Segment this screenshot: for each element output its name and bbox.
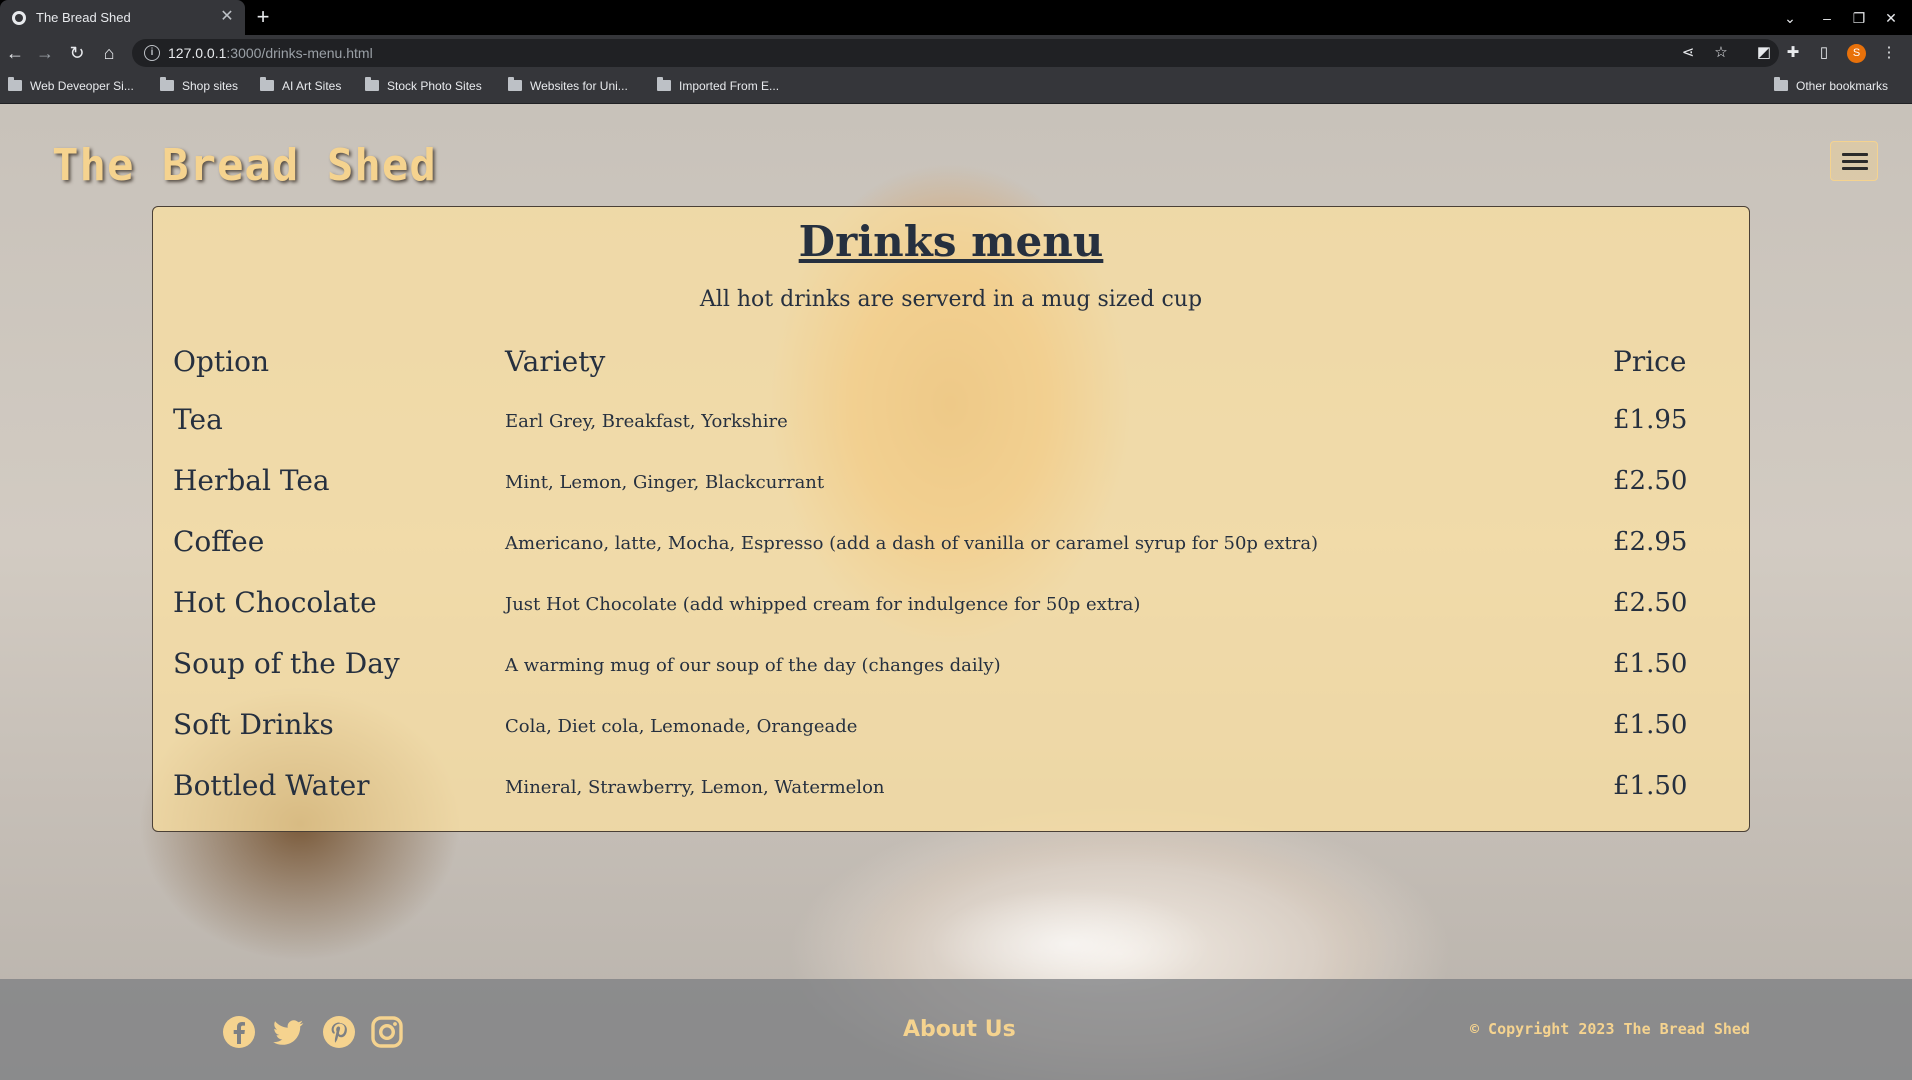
column-header-option: Option <box>173 345 269 378</box>
extensions-puzzle-icon[interactable]: ✚ <box>1782 42 1804 64</box>
close-tab-icon[interactable]: ✕ <box>217 7 237 27</box>
menu-option: Soup of the Day <box>173 647 400 680</box>
menu-bar-icon <box>1842 167 1868 170</box>
bookmark-label: Other bookmarks <box>1796 79 1889 93</box>
menu-variety: A warming mug of our soup of the day (ch… <box>505 655 1001 676</box>
profile-avatar[interactable]: S <box>1847 44 1866 63</box>
menu-row: Hot Chocolate Just Hot Chocolate (add wh… <box>153 580 1749 628</box>
folder-icon <box>260 77 274 91</box>
menu-variety: Earl Grey, Breakfast, Yorkshire <box>505 411 788 432</box>
share-icon[interactable]: ⋖ <box>1678 43 1698 63</box>
reload-button[interactable]: ↻ <box>64 40 90 66</box>
pinterest-icon[interactable] <box>322 1015 356 1049</box>
instagram-icon[interactable] <box>370 1015 404 1049</box>
bookmark-label: Imported From E... <box>679 79 780 93</box>
bookmark-star-icon[interactable]: ☆ <box>1711 43 1731 63</box>
folder-icon <box>657 77 671 91</box>
other-bookmarks-folder[interactable]: Other bookmarks <box>1774 77 1889 97</box>
hamburger-menu-button[interactable] <box>1830 141 1878 181</box>
restore-button[interactable]: ❐ <box>1846 6 1872 30</box>
browser-toolbar: ← → ↻ ⌂ i 127.0.0.1:3000/drinks-menu.htm… <box>0 35 1912 70</box>
home-button[interactable]: ⌂ <box>96 40 122 66</box>
menu-row: Bottled Water Mineral, Strawberry, Lemon… <box>153 763 1749 811</box>
site-footer: About Us © Copyright 2023 The Bread Shed <box>0 979 1912 1080</box>
bookmark-folder[interactable]: Shop sites <box>160 77 239 97</box>
browser-tab[interactable]: The Bread Shed ✕ <box>0 0 245 35</box>
menu-option: Coffee <box>173 525 265 558</box>
menu-price: £1.95 <box>1613 405 1688 435</box>
tab-title: The Bread Shed <box>36 10 131 25</box>
folder-icon <box>508 77 522 91</box>
copyright-text: © Copyright 2023 The Bread Shed <box>1470 1020 1750 1038</box>
menu-row: Herbal Tea Mint, Lemon, Ginger, Blackcur… <box>153 458 1749 506</box>
menu-subheading: All hot drinks are serverd in a mug size… <box>699 287 1203 312</box>
globe-icon <box>12 11 26 25</box>
menu-row: Soup of the Day A warming mug of our sou… <box>153 641 1749 689</box>
bookmark-label: Stock Photo Sites <box>387 79 482 93</box>
bookmark-folder[interactable]: Stock Photo Sites <box>365 77 482 97</box>
column-header-variety: Variety <box>505 345 606 378</box>
menu-variety: Just Hot Chocolate (add whipped cream fo… <box>505 594 1141 615</box>
menu-heading: Drinks menu <box>798 217 1104 266</box>
tab-search-icon[interactable]: ⌄ <box>1777 6 1803 30</box>
page-viewport: The Bread Shed Drinks menu All hot drink… <box>0 104 1912 1080</box>
more-menu-icon[interactable]: ⋮ <box>1878 42 1900 64</box>
url-path: :3000/drinks-menu.html <box>226 45 373 61</box>
menu-option: Tea <box>173 403 223 436</box>
menu-option: Herbal Tea <box>173 464 330 497</box>
twitter-icon[interactable] <box>271 1015 305 1049</box>
menu-price: £2.50 <box>1613 466 1688 496</box>
menu-price: £1.50 <box>1613 649 1688 679</box>
folder-icon <box>160 77 174 91</box>
bookmark-folder[interactable]: AI Art Sites <box>260 77 342 97</box>
back-button[interactable]: ← <box>2 40 28 66</box>
folder-icon <box>1774 77 1788 91</box>
menu-variety: Mineral, Strawberry, Lemon, Watermelon <box>505 777 885 798</box>
menu-bar-icon <box>1842 160 1868 163</box>
bookmarks-bar: Web Deveoper Si... Shop sites AI Art Sit… <box>0 70 1912 104</box>
bookmark-label: Shop sites <box>182 79 239 93</box>
about-us-link[interactable]: About Us <box>903 1017 1016 1042</box>
column-header-price: Price <box>1613 345 1687 378</box>
forward-button[interactable]: → <box>32 40 58 66</box>
bookmark-folder[interactable]: Web Deveoper Si... <box>8 77 134 97</box>
bookmark-folder[interactable]: Imported From E... <box>657 77 780 97</box>
menu-row: Soft Drinks Cola, Diet cola, Lemonade, O… <box>153 702 1749 750</box>
menu-option: Bottled Water <box>173 769 370 802</box>
menu-row: Tea Earl Grey, Breakfast, Yorkshire £1.9… <box>153 397 1749 445</box>
menu-price: £2.50 <box>1613 588 1688 618</box>
menu-variety: Americano, latte, Mocha, Espresso (add a… <box>505 533 1319 554</box>
url-host: 127.0.0.1 <box>168 45 227 61</box>
menu-option: Soft Drinks <box>173 708 334 741</box>
bookmark-label: Web Deveoper Si... <box>30 79 134 93</box>
folder-icon <box>365 77 379 91</box>
bookmark-label: Websites for Uni... <box>530 79 628 93</box>
bookmark-label: AI Art Sites <box>282 79 342 93</box>
folder-icon <box>8 77 22 91</box>
extension-icon[interactable]: ◩ <box>1753 42 1775 64</box>
menu-bar-icon <box>1842 153 1868 156</box>
site-title[interactable]: The Bread Shed <box>52 140 437 191</box>
menu-option: Hot Chocolate <box>173 586 377 619</box>
new-tab-button[interactable]: + <box>250 5 276 31</box>
minimize-button[interactable]: – <box>1814 6 1840 30</box>
menu-variety: Cola, Diet cola, Lemonade, Orangeade <box>505 716 858 737</box>
url-text: 127.0.0.1:3000/drinks-menu.html <box>168 45 373 61</box>
close-window-button[interactable]: ✕ <box>1878 6 1904 30</box>
menu-price: £1.50 <box>1613 710 1688 740</box>
drinks-menu-card: Drinks menu All hot drinks are serverd i… <box>152 206 1750 832</box>
bookmark-folder[interactable]: Websites for Uni... <box>508 77 628 97</box>
menu-price: £2.95 <box>1613 527 1688 557</box>
facebook-icon[interactable] <box>222 1015 256 1049</box>
browser-tab-strip: The Bread Shed ✕ + ⌄ – ❐ ✕ <box>0 0 1912 35</box>
address-bar[interactable]: i 127.0.0.1:3000/drinks-menu.html <box>132 39 1779 67</box>
menu-price: £1.50 <box>1613 771 1688 801</box>
site-info-icon[interactable]: i <box>144 45 160 61</box>
menu-row: Coffee Americano, latte, Mocha, Espresso… <box>153 519 1749 567</box>
menu-variety: Mint, Lemon, Ginger, Blackcurrant <box>505 472 825 493</box>
side-panel-icon[interactable]: ▯ <box>1813 42 1835 64</box>
